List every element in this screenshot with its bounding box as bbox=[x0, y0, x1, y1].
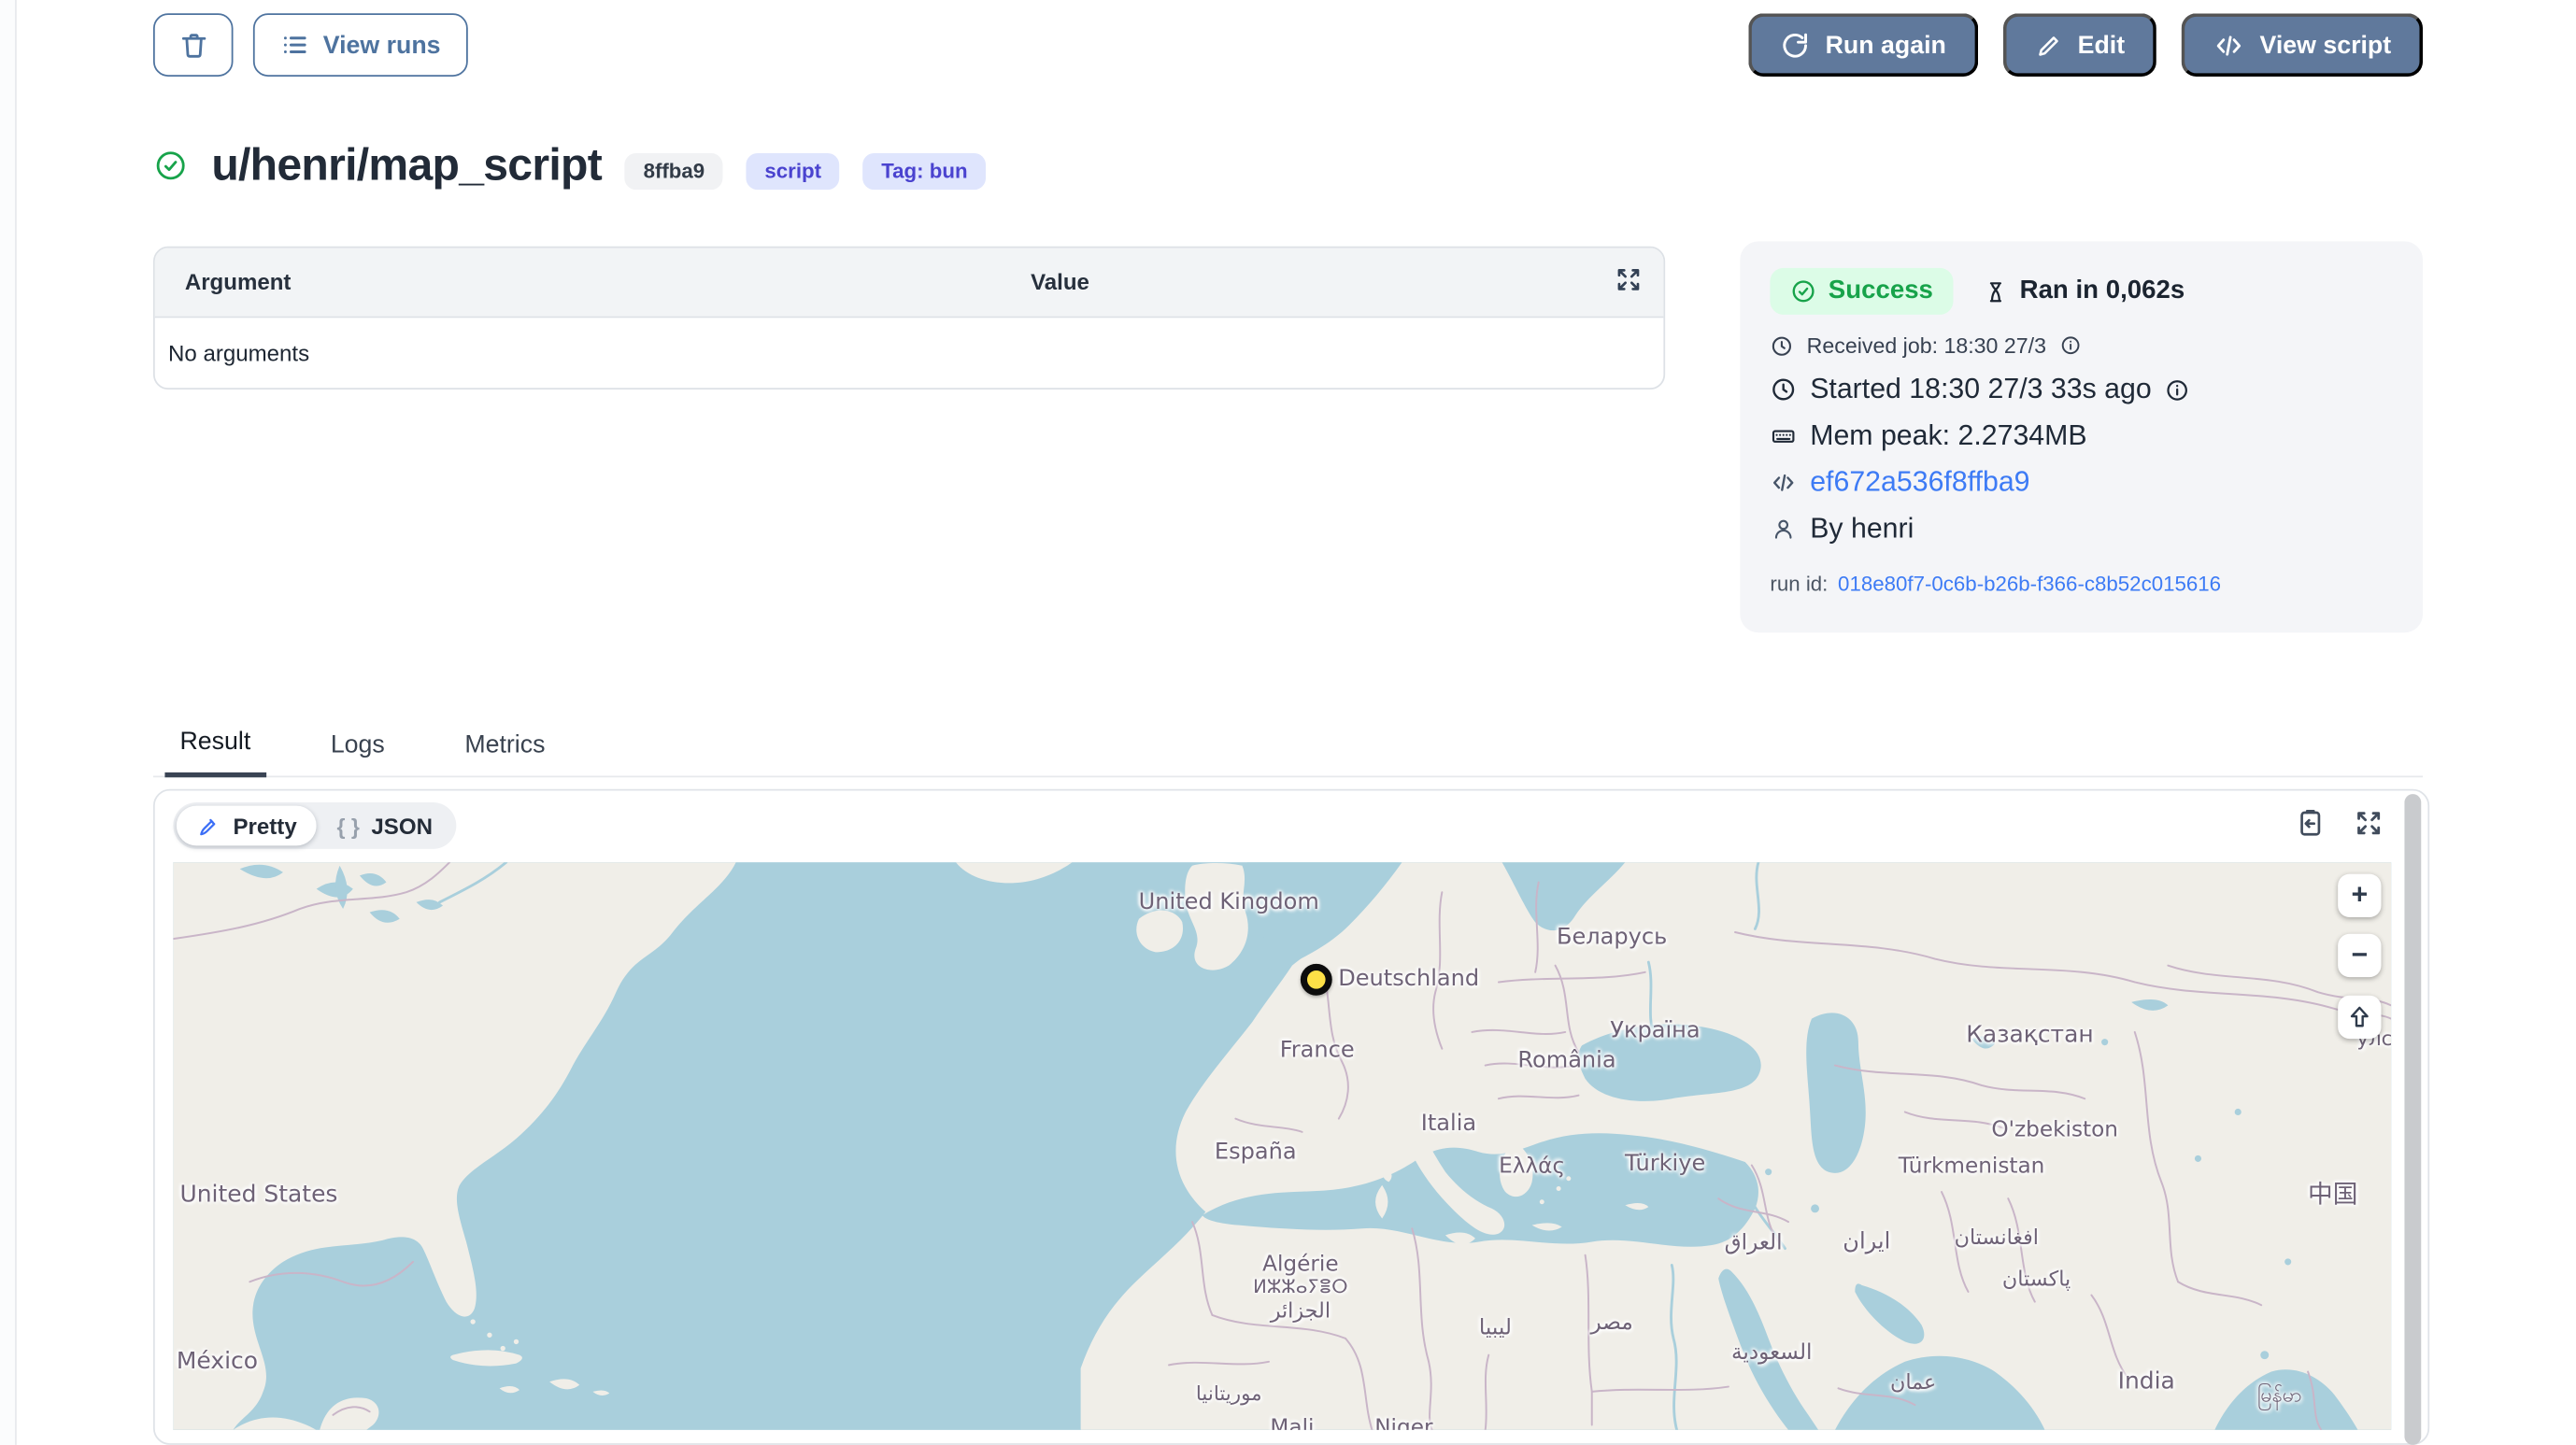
code-icon bbox=[1770, 470, 1797, 497]
trash-icon bbox=[178, 29, 209, 61]
refresh-icon bbox=[1780, 30, 1810, 60]
plus-icon: + bbox=[2351, 879, 2368, 913]
kind-badge: script bbox=[747, 152, 840, 189]
result-map[interactable]: United KingdomБеларусьDeutschlandУкраїна… bbox=[173, 862, 2391, 1430]
result-card: Pretty { } JSON bbox=[153, 789, 2429, 1445]
hourglass-icon bbox=[1983, 279, 2008, 305]
value-column-header: Value bbox=[909, 270, 1211, 295]
pretty-label: Pretty bbox=[234, 814, 297, 839]
delete-run-button[interactable] bbox=[153, 13, 234, 77]
check-circle-icon bbox=[1790, 278, 1817, 305]
clock-icon bbox=[1770, 333, 1793, 357]
run-again-button[interactable]: Run again bbox=[1749, 13, 1978, 77]
toggle-json[interactable]: { } JSON bbox=[317, 806, 452, 846]
run-id-link[interactable]: 018e80f7-0c6b-b26b-f366-c8b52c015616 bbox=[1838, 573, 2221, 596]
title-row: u/henri/map_script 8ffba9 script Tag: bu… bbox=[153, 140, 2423, 191]
view-script-button[interactable]: View script bbox=[2182, 13, 2423, 77]
by-user-text: By henri bbox=[1810, 513, 1914, 546]
tab-metrics[interactable]: Metrics bbox=[449, 730, 560, 775]
pen-icon bbox=[196, 814, 221, 839]
world-map-svg bbox=[173, 862, 2391, 1430]
status-badge: Success bbox=[1770, 268, 1953, 315]
code-icon bbox=[2213, 29, 2245, 61]
status-text: Success bbox=[1829, 276, 1933, 306]
info-icon[interactable] bbox=[2059, 334, 2081, 356]
run-id-label: run id: bbox=[1770, 573, 1828, 596]
argument-column-header: Argument bbox=[155, 270, 292, 295]
view-runs-label: View runs bbox=[323, 31, 441, 59]
json-label: JSON bbox=[371, 814, 433, 839]
copy-to-clipboard-icon[interactable] bbox=[2295, 807, 2327, 839]
list-icon bbox=[279, 30, 309, 60]
duration: Ran in 0,062s bbox=[1983, 276, 2185, 306]
run-again-label: Run again bbox=[1826, 31, 1946, 59]
duration-text: Ran in 0,062s bbox=[2020, 276, 2185, 306]
collapsed-sidebar[interactable] bbox=[0, 0, 17, 1445]
expand-args-icon[interactable] bbox=[1614, 264, 1644, 294]
clock-icon bbox=[1770, 376, 1797, 404]
hash-badge: 8ffba9 bbox=[625, 152, 723, 189]
no-arguments-row: No arguments bbox=[155, 318, 1664, 388]
fullscreen-icon[interactable] bbox=[2353, 807, 2384, 839]
edit-button[interactable]: Edit bbox=[2002, 13, 2156, 77]
tag-badge: Tag: bun bbox=[863, 152, 987, 189]
run-detail-page: View runs Run again Edit View script u/h… bbox=[0, 0, 2576, 1445]
info-icon[interactable] bbox=[2165, 377, 2190, 403]
braces-icon: { } bbox=[336, 814, 359, 839]
arguments-table: Argument Value No arguments bbox=[153, 247, 1665, 390]
script-hash-link[interactable]: ef672a536f8ffba9 bbox=[1810, 466, 2029, 500]
map-compass-button[interactable] bbox=[2338, 996, 2381, 1039]
north-arrow-icon bbox=[2344, 1002, 2374, 1032]
success-check-icon bbox=[153, 149, 188, 183]
result-tabs: Result Logs Metrics bbox=[153, 715, 2423, 777]
received-text: Received job: 18:30 27/3 bbox=[1807, 333, 2046, 358]
arguments-table-header: Argument Value bbox=[155, 248, 1664, 319]
pencil-icon bbox=[2034, 31, 2062, 59]
memory-icon bbox=[1770, 423, 1797, 450]
map-zoom-out-button[interactable]: − bbox=[2338, 934, 2381, 977]
header-actions: Run again Edit View script bbox=[1749, 13, 2423, 77]
map-zoom-in-button[interactable]: + bbox=[2338, 874, 2381, 917]
vertical-scrollbar[interactable] bbox=[2404, 794, 2421, 1445]
run-info-panel: Success Ran in 0,062s Received job: 18:3… bbox=[1740, 241, 2423, 632]
started-text: Started 18:30 27/3 33s ago bbox=[1810, 373, 2152, 406]
no-arguments-text: No arguments bbox=[168, 340, 309, 365]
view-script-label: View script bbox=[2260, 31, 2392, 59]
tab-logs[interactable]: Logs bbox=[316, 730, 400, 775]
view-runs-button[interactable]: View runs bbox=[253, 13, 467, 77]
minus-icon: − bbox=[2351, 939, 2368, 972]
page-title: u/henri/map_script bbox=[211, 140, 602, 191]
person-icon bbox=[1770, 516, 1797, 543]
map-marker[interactable] bbox=[1301, 964, 1332, 996]
mem-peak-text: Mem peak: 2.2734MB bbox=[1810, 419, 2086, 453]
result-card-actions bbox=[2295, 807, 2384, 839]
edit-label: Edit bbox=[2078, 31, 2126, 59]
tab-result[interactable]: Result bbox=[164, 728, 265, 777]
result-view-toggle: Pretty { } JSON bbox=[173, 802, 456, 849]
toggle-pretty[interactable]: Pretty bbox=[177, 806, 317, 846]
